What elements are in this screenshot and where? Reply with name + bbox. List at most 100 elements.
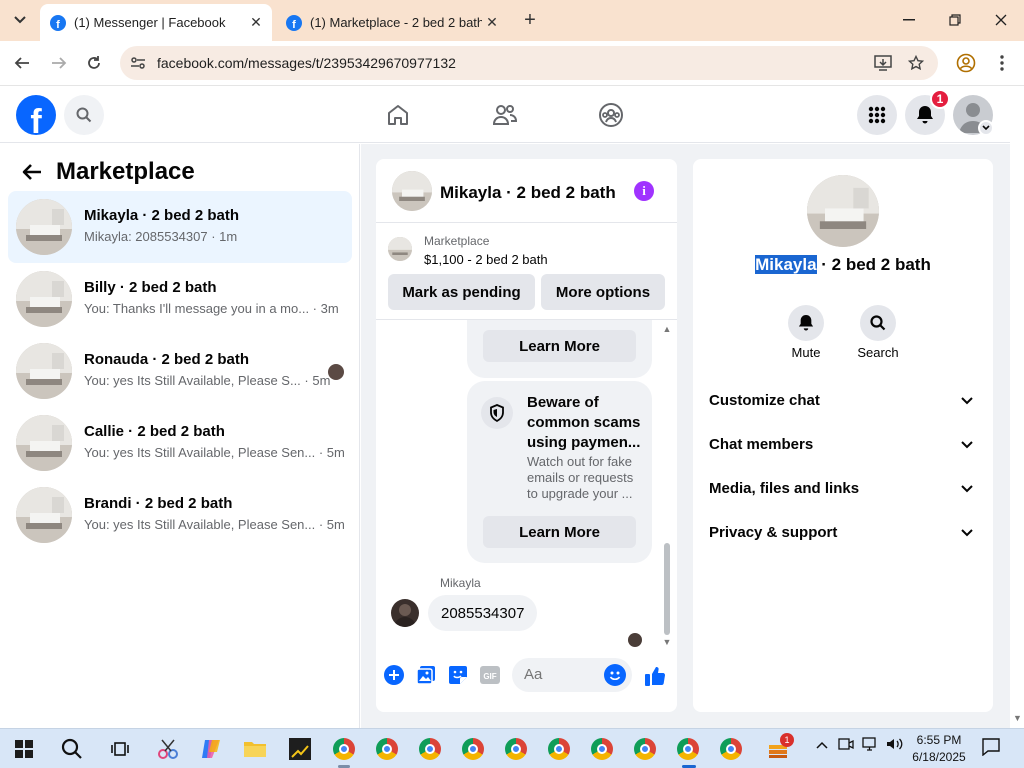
taskbar-app-file-explorer[interactable] (241, 735, 269, 763)
listing-thumbnail (16, 343, 72, 399)
scroll-down-arrow-icon[interactable]: ▼ (662, 637, 672, 647)
tab-search-button[interactable] (8, 8, 32, 32)
chat-thumbnail[interactable] (392, 171, 432, 211)
learn-more-button[interactable]: Learn More (483, 516, 636, 548)
chat-title[interactable]: Mikayla · 2 bed 2 bath (440, 183, 616, 203)
minimize-button[interactable] (886, 0, 932, 40)
taskbar-chrome-window[interactable] (502, 735, 530, 763)
selected-text-highlight[interactable]: Mikayla (755, 255, 817, 274)
close-window-button[interactable] (978, 0, 1024, 40)
profile-button[interactable] (952, 49, 980, 77)
snipping-tool-icon (158, 739, 178, 759)
listing-price-title[interactable]: $1,100 - 2 bed 2 bath (424, 252, 548, 267)
privacy-support-section[interactable]: Privacy & support (701, 513, 985, 553)
media-files-links-section[interactable]: Media, files and links (701, 469, 985, 509)
back-button[interactable] (8, 49, 36, 77)
taskbar-app-sticky[interactable] (286, 735, 314, 763)
volume-icon[interactable] (886, 737, 904, 754)
customize-chat-section[interactable]: Customize chat (701, 381, 985, 421)
taskbar-search-button[interactable] (58, 735, 86, 763)
message-bubble[interactable]: 2085534307 (428, 595, 538, 631)
back-arrow-button[interactable] (18, 158, 46, 186)
taskbar-app-copilot[interactable] (197, 735, 225, 763)
marketplace-label: Marketplace (424, 234, 490, 248)
address-bar[interactable]: facebook.com/messages/t/2395342967097713… (120, 46, 938, 80)
taskbar-chrome-window-active[interactable] (674, 735, 702, 763)
gallery-icon[interactable] (415, 664, 437, 686)
mark-as-pending-button[interactable]: Mark as pending (388, 274, 535, 310)
listing-thumbnail[interactable] (388, 237, 412, 261)
taskbar-chrome-window[interactable] (459, 735, 487, 763)
tab-marketplace[interactable]: f (1) Marketplace - 2 bed 2 bath ✕ (276, 4, 508, 41)
chrome-icon (333, 738, 355, 760)
close-tab-icon[interactable]: ✕ (246, 13, 266, 33)
install-app-icon[interactable] (873, 53, 893, 73)
taskbar-chrome-window[interactable] (631, 735, 659, 763)
friends-nav-button[interactable] (489, 99, 521, 131)
listing-photo[interactable] (807, 175, 879, 247)
close-tab-icon[interactable]: ✕ (482, 13, 502, 33)
taskbar-chrome-window[interactable] (373, 735, 401, 763)
taskbar-chrome-window[interactable] (416, 735, 444, 763)
groups-nav-button[interactable] (595, 99, 627, 131)
facebook-header: f 1 (0, 87, 1010, 143)
taskbar-chrome-window[interactable] (330, 735, 358, 763)
facebook-search-button[interactable] (64, 95, 104, 135)
site-info-icon[interactable] (128, 53, 148, 73)
meet-now-icon[interactable] (838, 737, 854, 754)
new-tab-button[interactable]: + (518, 8, 542, 32)
chat-panel: Mikayla · 2 bed 2 bath i Marketplace $1,… (376, 159, 677, 712)
minimize-icon (903, 19, 915, 21)
browser-menu-button[interactable] (988, 49, 1016, 77)
account-caret-icon[interactable] (978, 120, 994, 136)
forward-button[interactable] (45, 49, 73, 77)
task-view-button[interactable] (106, 735, 134, 763)
taskbar-chrome-window[interactable] (717, 735, 745, 763)
conversation-item[interactable]: Ronauda · 2 bed 2 bath You: yes Its Stil… (8, 335, 352, 407)
restore-button[interactable] (932, 0, 978, 40)
sticker-icon[interactable] (447, 664, 469, 686)
chevron-down-icon (959, 393, 975, 409)
taskbar-app-snipping[interactable] (154, 735, 182, 763)
learn-more-button[interactable]: Learn More (483, 330, 636, 362)
search-icon[interactable] (860, 305, 896, 341)
menu-button[interactable] (857, 95, 897, 135)
message-input[interactable] (524, 666, 604, 683)
scroll-down-arrow-icon[interactable]: ▼ (1013, 713, 1022, 723)
gif-icon[interactable]: GIF (479, 664, 501, 686)
start-button[interactable] (10, 735, 38, 763)
system-clock[interactable]: 6:55 PM 6/18/2025 (906, 732, 972, 766)
conversation-item[interactable]: Mikayla · 2 bed 2 bath Mikayla: 20855343… (8, 191, 352, 263)
plus-circle-icon[interactable] (383, 664, 405, 686)
sender-avatar[interactable] (391, 599, 419, 627)
browser-toolbar: facebook.com/messages/t/2395342967097713… (0, 41, 1024, 86)
taskbar-chrome-window[interactable] (545, 735, 573, 763)
network-icon[interactable] (862, 737, 880, 754)
more-options-button[interactable]: More options (541, 274, 665, 310)
scroll-up-arrow-icon[interactable]: ▲ (662, 324, 672, 334)
search-action[interactable]: Search (848, 305, 908, 365)
home-nav-button[interactable] (382, 99, 414, 131)
taskbar-app-notification[interactable]: 1 (765, 733, 794, 763)
conversation-item[interactable]: Billy · 2 bed 2 bath You: Thanks I'll me… (8, 263, 352, 335)
chat-members-section[interactable]: Chat members (701, 425, 985, 465)
emoji-icon[interactable] (604, 664, 626, 686)
facebook-logo[interactable]: f (16, 95, 56, 135)
info-icon[interactable]: i (634, 181, 654, 201)
conversation-item[interactable]: Callie · 2 bed 2 bath You: yes Its Still… (8, 407, 352, 479)
bell-icon[interactable] (788, 305, 824, 341)
notification-center-button[interactable] (982, 738, 1000, 759)
thumbs-up-icon[interactable] (643, 664, 667, 688)
message-input-wrapper[interactable] (512, 658, 632, 692)
show-hidden-icons-button[interactable] (816, 737, 828, 752)
apps-grid-icon (868, 106, 886, 124)
conversation-item[interactable]: Brandi · 2 bed 2 bath You: yes Its Still… (8, 479, 352, 551)
page-scrollbar[interactable]: ▼ (1010, 87, 1024, 728)
reload-button[interactable] (80, 49, 108, 77)
section-label: Chat members (709, 436, 814, 453)
chat-scrollbar-thumb[interactable] (664, 543, 670, 635)
tab-messenger[interactable]: f (1) Messenger | Facebook ✕ (40, 4, 272, 41)
taskbar-chrome-window[interactable] (588, 735, 616, 763)
mute-action[interactable]: Mute (776, 305, 836, 365)
bookmark-star-icon[interactable] (906, 53, 926, 73)
